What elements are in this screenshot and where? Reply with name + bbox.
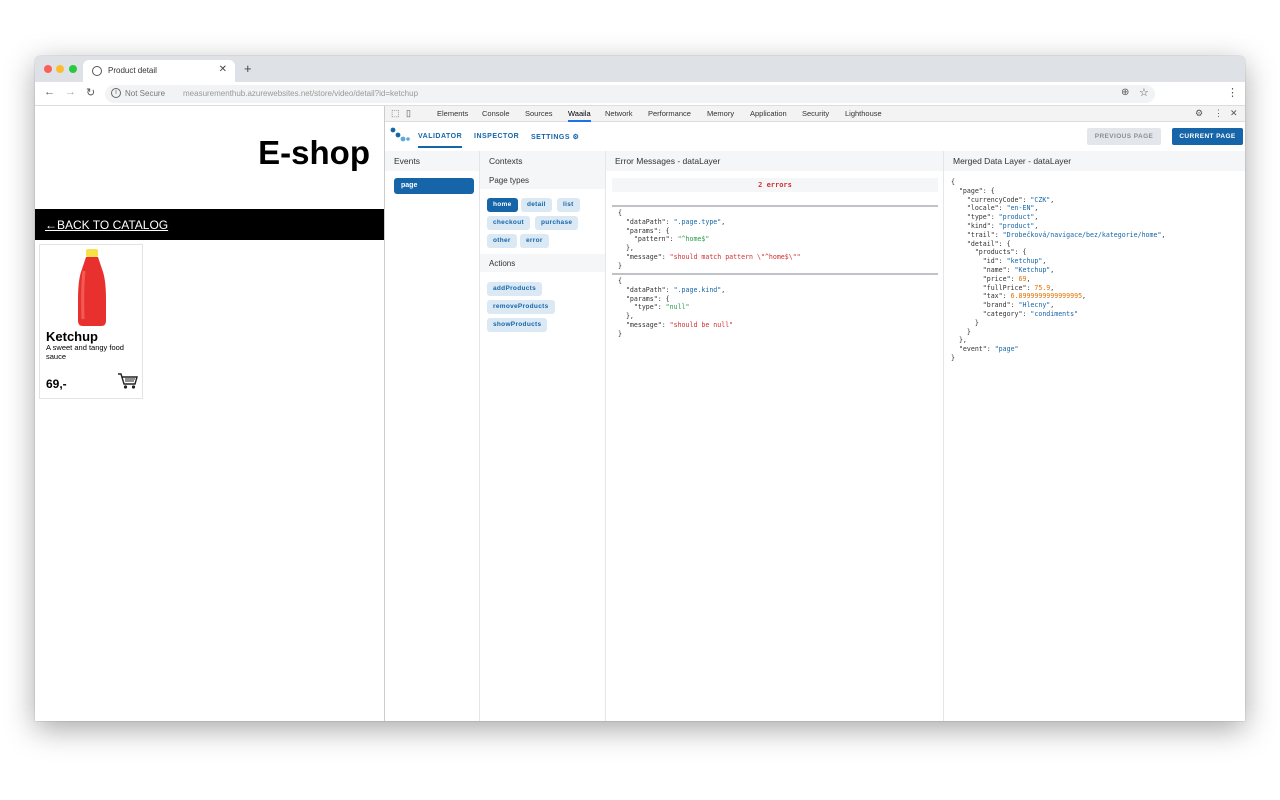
waaila-toolbar: VALIDATOR INSPECTOR SETTINGS ⚙ PREVIOUS … [385, 122, 1245, 151]
reload-icon[interactable]: ↻ [86, 86, 95, 99]
page-type-detail[interactable]: detail [521, 198, 552, 212]
error-param-value: "null" [665, 303, 690, 312]
tab-validator[interactable]: VALIDATOR [418, 133, 463, 148]
shop-title: E-shop [258, 134, 370, 171]
ketchup-bottle-image [78, 249, 106, 326]
settings-gear-icon[interactable]: ⚙ [1195, 108, 1203, 119]
browser-menu-icon[interactable]: ⋮ [1227, 86, 1238, 99]
zoom-icon[interactable]: ⊕ [1121, 87, 1129, 98]
back-bar: ←BACK TO CATALOG [35, 209, 384, 240]
devtools-tab-memory[interactable]: Memory [707, 109, 734, 118]
back-to-catalog-link[interactable]: ←BACK TO CATALOG [45, 218, 168, 232]
product-name: Ketchup [46, 329, 98, 344]
browser-tab[interactable]: Product detail ✕ [83, 60, 235, 82]
globe-icon [92, 66, 102, 76]
tab-title: Product detail [108, 66, 157, 75]
not-secure-label: Not Secure [125, 89, 166, 98]
tab-strip: Product detail ✕ + [35, 56, 1245, 82]
page-type-error[interactable]: error [520, 234, 549, 248]
product-card[interactable]: Ketchup A sweet and tangy food sauce 69,… [39, 244, 143, 399]
new-tab-icon[interactable]: + [244, 61, 252, 76]
devtools-close-icon[interactable]: ✕ [1230, 108, 1238, 119]
browser-window: Product detail ✕ + ← → ↻ i Not Secure me… [35, 56, 1245, 721]
page-type-purchase[interactable]: purchase [535, 216, 579, 230]
action-addproducts[interactable]: addProducts [487, 282, 543, 296]
maximize-window-button[interactable] [69, 65, 77, 73]
settings-cog-icon: ⚙ [572, 134, 580, 141]
devtools-tab-console[interactable]: Console [482, 109, 510, 118]
events-column: Events page [385, 151, 480, 721]
error-datapath: ".page.type" [673, 217, 722, 226]
events-header: Events [385, 151, 479, 171]
devtools-tab-network[interactable]: Network [605, 109, 633, 118]
info-icon[interactable]: i [111, 88, 121, 98]
errors-column: Error Messages - dataLayer 2 errors { "d… [606, 151, 944, 721]
minimize-window-button[interactable] [56, 65, 64, 73]
address-bar[interactable]: i Not Secure measurementhub.azurewebsite… [105, 85, 1155, 103]
product-description: A sweet and tangy food sauce [46, 343, 124, 361]
devtools-tabbar: ⬚ ▯ Elements Console Sources Waaila Netw… [385, 106, 1245, 122]
error-entry: { "dataPath": ".page.kind", "params": { … [612, 273, 938, 343]
tab-inspector[interactable]: INSPECTOR [474, 133, 519, 140]
devtools-tab-sources[interactable]: Sources [525, 109, 553, 118]
error-message: "should match pattern \"^home$\"" [669, 252, 801, 261]
devtools-tab-application[interactable]: Application [750, 109, 787, 118]
error-param-value: "^home$" [677, 235, 710, 244]
devtools-panel: ⬚ ▯ Elements Console Sources Waaila Netw… [384, 106, 1245, 721]
settings-tab-label: SETTINGS [531, 134, 571, 141]
merged-column: Merged Data Layer - dataLayer { "page": … [944, 151, 1245, 721]
error-entry: { "dataPath": ".page.type", "params": { … [612, 205, 938, 273]
devtools-tab-elements[interactable]: Elements [437, 109, 468, 118]
back-arrow-icon[interactable]: ← [44, 86, 55, 98]
error-param-key: "type" [633, 303, 658, 312]
error-param-key: "pattern" [633, 235, 670, 244]
page-content: E-shop ←BACK TO CATALOG Ketchup A sweet … [35, 106, 384, 721]
product-price: 69,- [46, 377, 67, 391]
action-showproducts[interactable]: showProducts [487, 318, 548, 332]
cart-icon[interactable] [117, 371, 139, 391]
error-message: "should be null" [669, 320, 734, 329]
close-tab-icon[interactable]: ✕ [219, 64, 227, 75]
actions-header: Actions [480, 254, 605, 272]
inspect-element-icon[interactable]: ⬚ [391, 108, 400, 119]
merged-header: Merged Data Layer - dataLayer [944, 151, 1245, 171]
page-type-home[interactable]: home [487, 198, 518, 212]
bookmark-star-icon[interactable]: ☆ [1139, 86, 1149, 99]
devtools-menu-icon[interactable]: ⋮ [1214, 108, 1223, 119]
errors-header: Error Messages - dataLayer [606, 151, 943, 171]
page-type-list[interactable]: list [557, 198, 580, 212]
contexts-column: Contexts Page types home detail list che… [480, 151, 606, 721]
devtools-tab-performance[interactable]: Performance [648, 109, 691, 118]
page-type-other[interactable]: other [487, 234, 517, 248]
contexts-header: Contexts [480, 151, 605, 171]
address-row: ← → ↻ i Not Secure measurementhub.azurew… [35, 82, 1245, 106]
page-type-checkout[interactable]: checkout [487, 216, 530, 230]
current-page-button[interactable]: CURRENT PAGE [1172, 128, 1243, 145]
devtools-tab-security[interactable]: Security [802, 109, 829, 118]
error-datapath: ".page.kind" [673, 285, 722, 294]
close-window-button[interactable] [44, 65, 52, 73]
url-text: measurementhub.azurewebsites.net/store/v… [183, 89, 419, 98]
forward-arrow-icon[interactable]: → [65, 86, 76, 98]
waaila-logo-icon [390, 127, 410, 142]
action-removeproducts[interactable]: removeProducts [487, 300, 555, 314]
event-item-page[interactable]: page [394, 178, 474, 194]
merged-datalayer-json: { "page": { "currencyCode": "CZK", "loca… [951, 178, 1166, 362]
device-toggle-icon[interactable]: ▯ [406, 108, 411, 119]
error-count: 2 errors [612, 178, 938, 192]
devtools-tab-lighthouse[interactable]: Lighthouse [845, 109, 882, 118]
devtools-tab-waaila[interactable]: Waaila [568, 109, 591, 122]
page-types-header: Page types [480, 171, 605, 189]
previous-page-button[interactable]: PREVIOUS PAGE [1087, 128, 1161, 145]
tab-settings[interactable]: SETTINGS ⚙ [531, 133, 579, 141]
